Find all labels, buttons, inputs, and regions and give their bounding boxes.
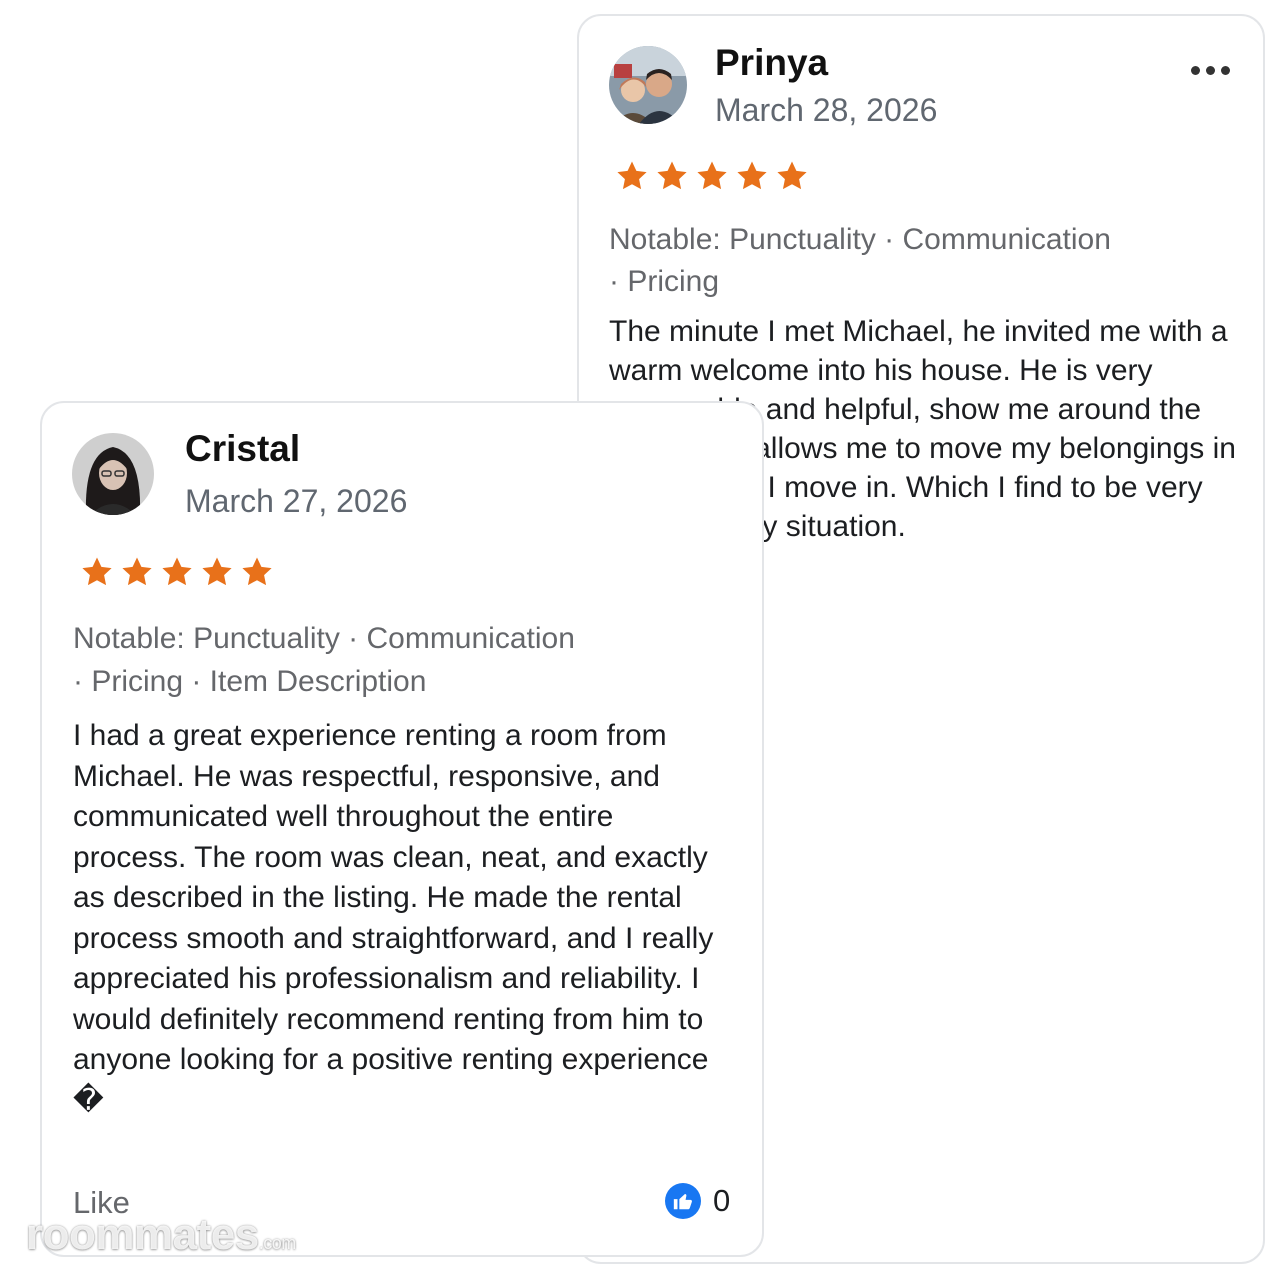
reviewer-name[interactable]: Cristal [185, 428, 300, 470]
review-date: March 28, 2026 [715, 92, 938, 128]
watermark-brand: roommates [26, 1210, 259, 1259]
star-icon [82, 557, 112, 586]
star-icon [122, 557, 152, 586]
star-rating [80, 555, 274, 589]
notable-tags: Notable: Punctuality · Communication · P… [73, 617, 733, 703]
star-icon [697, 161, 727, 190]
star-icon [202, 557, 232, 586]
like-count: 0 [665, 1183, 730, 1219]
notable-line: Notable: Punctuality · Communication [73, 622, 575, 655]
like-count-value: 0 [713, 1183, 731, 1218]
star-icon [657, 161, 687, 190]
couple-photo-avatar[interactable] [609, 46, 687, 124]
star-icon [737, 161, 767, 190]
notable-line: · Pricing [609, 265, 720, 298]
star-rating [615, 159, 809, 193]
star-icon [162, 557, 192, 586]
watermark-suffix: .com [258, 1233, 297, 1253]
notable-line: Notable: Punctuality · Communication [609, 223, 1111, 256]
reviewer-name[interactable]: Prinya [715, 42, 828, 84]
star-icon [777, 161, 807, 190]
review-card-cristal: Cristal March 27, 2026 Notable: Punctual… [40, 401, 764, 1257]
star-icon [617, 161, 647, 190]
star-icon [242, 557, 272, 586]
review-date: March 27, 2026 [185, 483, 408, 519]
notable-line: · Pricing · Item Description [73, 665, 427, 698]
notable-tags: Notable: Punctuality · Communication · P… [609, 219, 1249, 303]
more-options-icon[interactable] [1191, 66, 1230, 75]
roommates-watermark-logo: roommates.com [26, 1210, 296, 1260]
woman-photo-avatar[interactable] [72, 433, 154, 515]
review-text: I had a great experience renting a room … [73, 719, 714, 1117]
thumbs-up-icon[interactable] [665, 1183, 701, 1219]
